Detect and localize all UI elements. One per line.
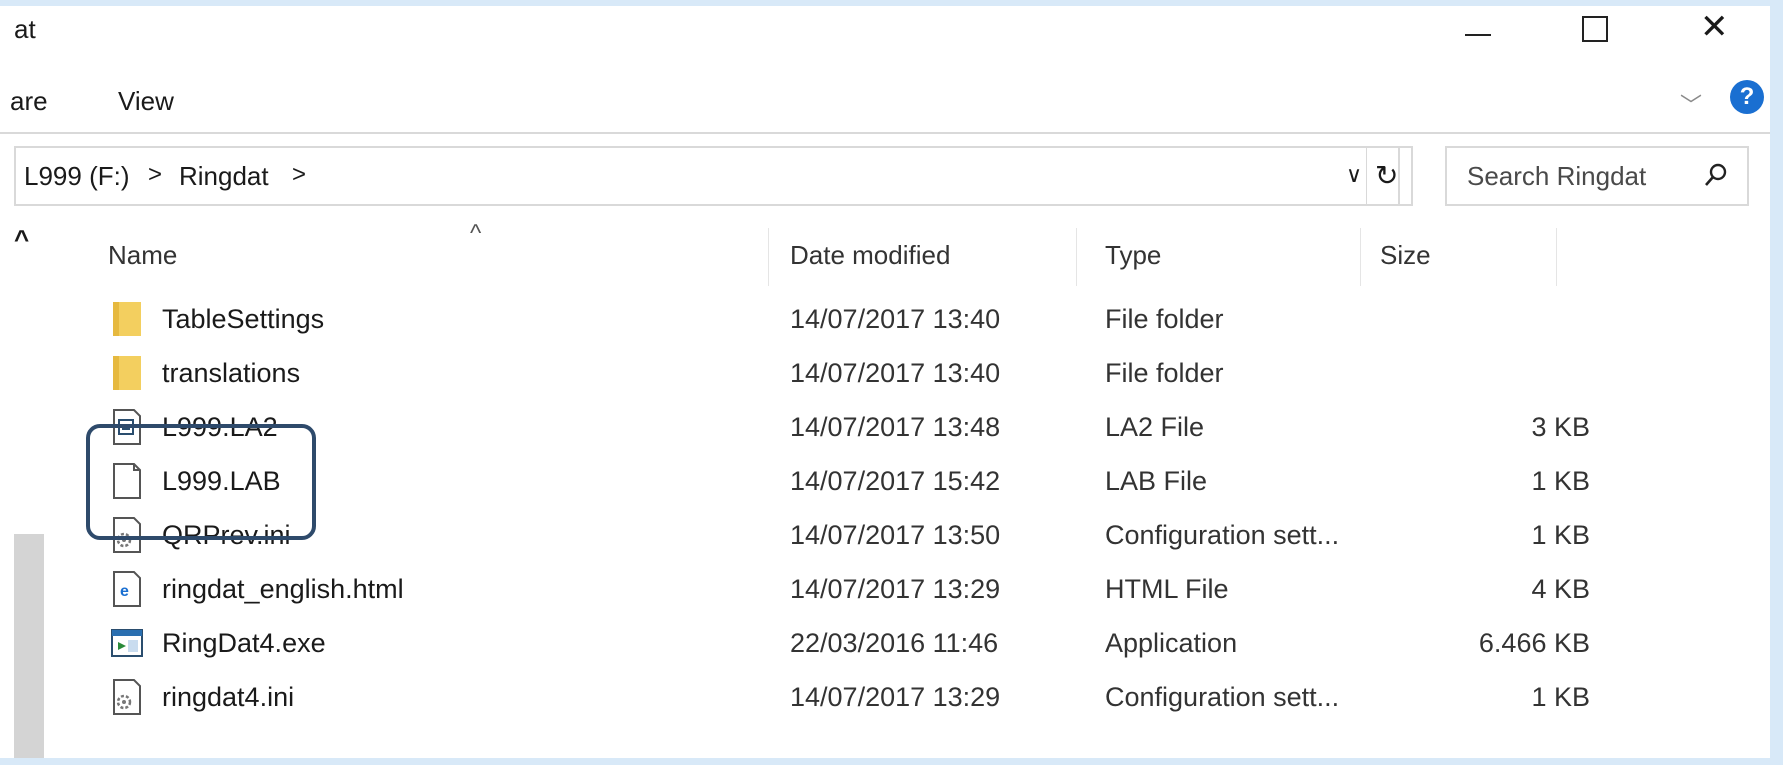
sort-ascending-icon: ^	[470, 220, 482, 247]
scroll-up-arrow[interactable]: ^	[14, 224, 29, 255]
tab-share[interactable]: are	[10, 86, 48, 117]
file-row[interactable]: ringdat4.ini 14/07/2017 13:29 Configurat…	[0, 670, 1770, 725]
maximize-button[interactable]	[1540, 6, 1650, 52]
tab-view[interactable]: View	[118, 86, 174, 117]
file-row[interactable]: TableSettings 14/07/2017 13:40 File fold…	[0, 292, 1770, 347]
column-header-row: ^ Name Date modified Type Size	[46, 218, 1770, 286]
explorer-window: at ✕ are View ﹀ ? L999 (F:) > Ringdat > …	[0, 6, 1770, 758]
minimize-button[interactable]	[1420, 6, 1530, 52]
highlight-box	[86, 424, 316, 540]
column-header-size[interactable]: Size	[1380, 240, 1431, 271]
file-date: 14/07/2017 13:29	[790, 682, 1001, 712]
breadcrumb-ringdat[interactable]: Ringdat	[179, 161, 269, 192]
file-row[interactable]: e ringdat_english.html 14/07/2017 13:29 …	[0, 562, 1770, 617]
breadcrumb-separator[interactable]: >	[292, 161, 306, 189]
folder-icon	[113, 356, 141, 390]
file-date: 14/07/2017 15:42	[790, 466, 1001, 496]
address-bar[interactable]: L999 (F:) > Ringdat > ∨	[14, 146, 1400, 206]
breadcrumb-drive[interactable]: L999 (F:)	[24, 161, 130, 192]
refresh-button[interactable]: ↻	[1366, 146, 1413, 206]
chevron-down-icon[interactable]: ﹀	[1680, 88, 1702, 120]
column-header-type[interactable]: Type	[1105, 240, 1161, 271]
refresh-icon: ↻	[1375, 160, 1399, 191]
file-size: 1 KB	[1531, 682, 1590, 712]
column-header-name[interactable]: Name	[108, 240, 177, 271]
close-button[interactable]: ✕	[1660, 6, 1770, 52]
file-type: File folder	[1105, 358, 1224, 388]
file-date: 14/07/2017 13:48	[790, 412, 1001, 442]
file-date: 14/07/2017 13:40	[790, 304, 1001, 334]
column-divider[interactable]	[1360, 228, 1361, 286]
config-file-icon	[113, 679, 141, 715]
column-divider[interactable]	[1076, 228, 1077, 286]
column-divider[interactable]	[1556, 228, 1557, 286]
file-date: 22/03/2016 11:46	[790, 628, 999, 658]
search-icon[interactable]	[1703, 162, 1729, 188]
file-name: ringdat_english.html	[162, 574, 404, 604]
file-name: RingDat4.exe	[162, 628, 326, 658]
column-divider[interactable]	[768, 228, 769, 286]
breadcrumb-separator[interactable]: >	[148, 161, 162, 189]
ribbon: are View ﹀ ?	[0, 66, 1770, 134]
file-row[interactable]: translations 14/07/2017 13:40 File folde…	[0, 346, 1770, 401]
file-type: HTML File	[1105, 574, 1229, 604]
search-input[interactable]: Search Ringdat	[1445, 146, 1749, 206]
file-date: 14/07/2017 13:29	[790, 574, 1001, 604]
file-size: 4 KB	[1531, 574, 1590, 604]
column-header-date[interactable]: Date modified	[790, 240, 950, 271]
html-file-icon: e	[113, 571, 141, 607]
file-size: 1 KB	[1531, 520, 1590, 550]
file-size: 3 KB	[1531, 412, 1590, 442]
close-icon: ✕	[1700, 8, 1729, 46]
file-name: translations	[162, 358, 301, 388]
file-type: Configuration sett...	[1105, 520, 1340, 550]
file-name: TableSettings	[162, 304, 325, 334]
search-placeholder: Search Ringdat	[1467, 161, 1647, 191]
svg-text:e: e	[120, 583, 129, 600]
minimize-icon	[1465, 34, 1491, 36]
file-type: Application	[1105, 628, 1238, 658]
chevron-down-icon[interactable]: ∨	[1346, 162, 1362, 188]
file-type: File folder	[1105, 304, 1224, 334]
help-icon[interactable]: ?	[1730, 80, 1764, 114]
file-size: 6.466 KB	[1478, 628, 1590, 658]
file-row[interactable]: RingDat4.exe 22/03/2016 11:46 Applicatio…	[0, 616, 1770, 671]
file-date: 14/07/2017 13:40	[790, 358, 1001, 388]
file-date: 14/07/2017 13:50	[790, 520, 1001, 550]
title-bar: at ✕	[0, 6, 1770, 52]
maximize-icon	[1582, 16, 1608, 42]
file-type: LA2 File	[1105, 412, 1205, 442]
application-icon	[111, 629, 143, 657]
window-title: at	[14, 14, 36, 44]
file-name: ringdat4.ini	[162, 682, 295, 712]
file-type: Configuration sett...	[1105, 682, 1340, 712]
folder-icon	[113, 302, 141, 336]
file-size: 1 KB	[1531, 466, 1590, 496]
file-type: LAB File	[1105, 466, 1208, 496]
